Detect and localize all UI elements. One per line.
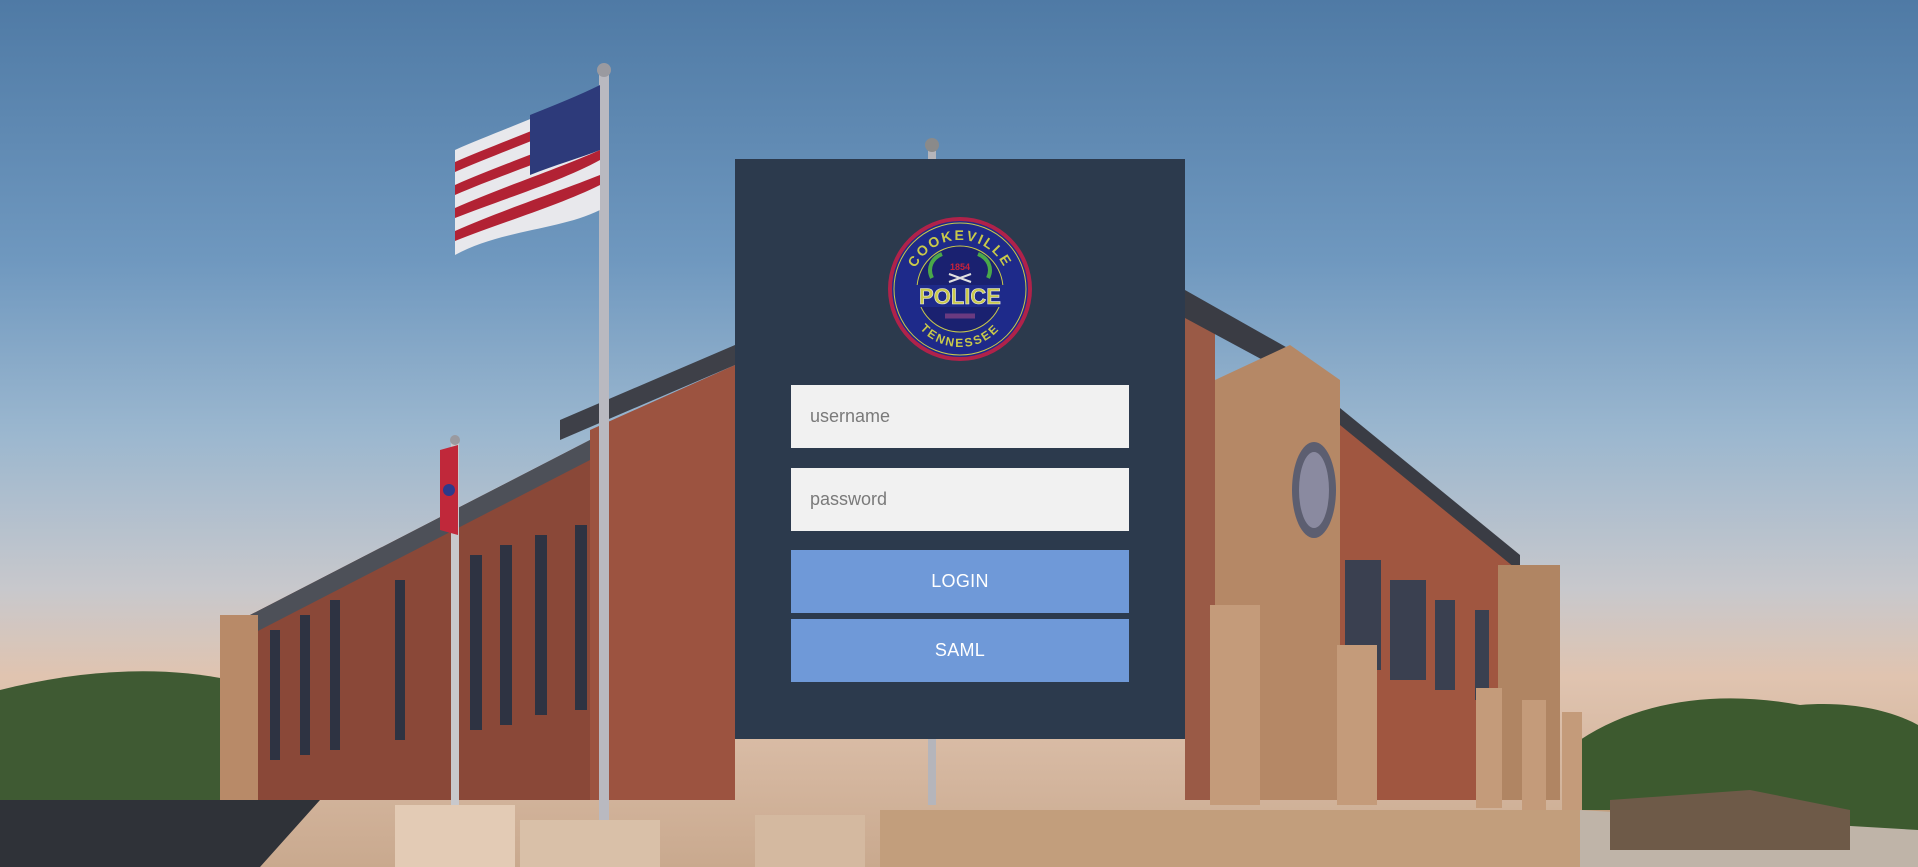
- username-input[interactable]: [791, 385, 1129, 448]
- password-input[interactable]: [791, 468, 1129, 531]
- police-seal-icon: COOKEVILLE TENNESSEE 1854 POLICE: [888, 217, 1032, 361]
- login-panel: COOKEVILLE TENNESSEE 1854 POLICE LOGIN S…: [735, 159, 1185, 739]
- seal-center-text: POLICE: [919, 284, 1001, 309]
- login-button[interactable]: LOGIN: [791, 550, 1129, 613]
- police-badge-logo: COOKEVILLE TENNESSEE 1854 POLICE: [887, 216, 1033, 362]
- saml-button[interactable]: SAML: [791, 619, 1129, 682]
- seal-year: 1854: [950, 262, 970, 272]
